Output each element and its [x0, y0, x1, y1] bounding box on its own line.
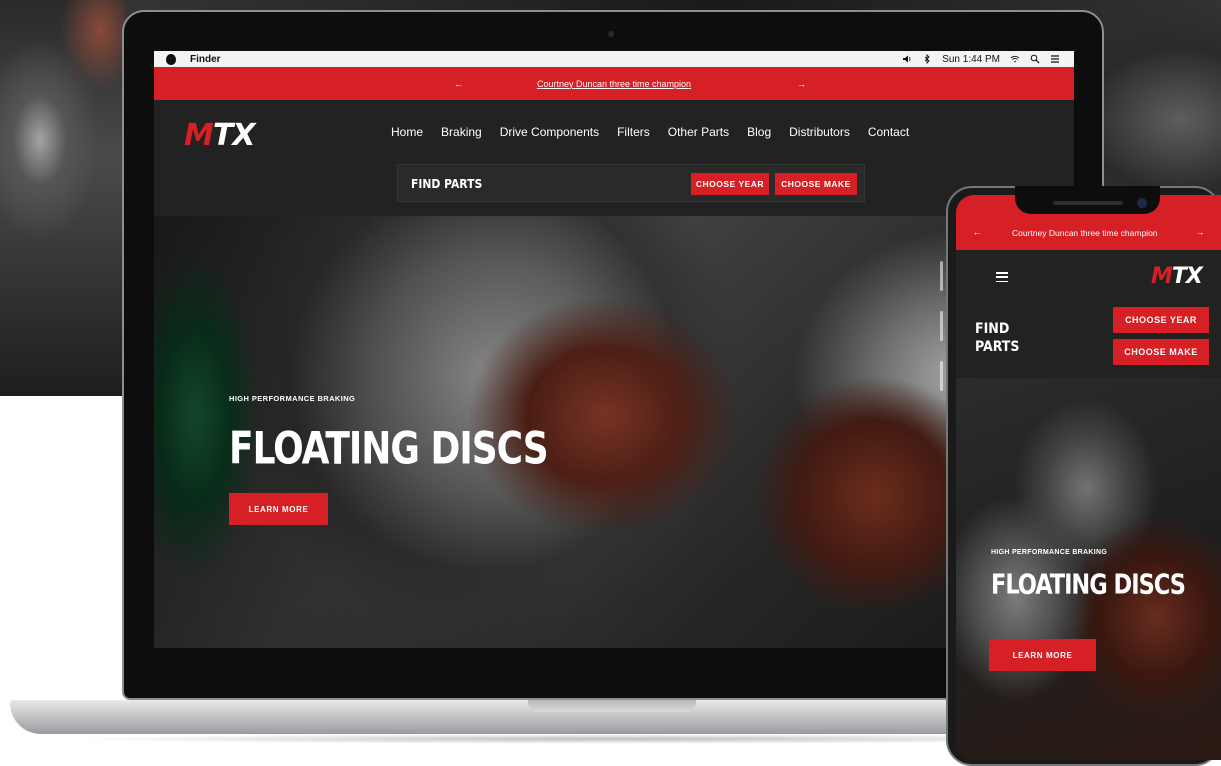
laptop-screen: Finder Sun 1:44 PM ← Courtney Duncan thr…: [154, 51, 1074, 648]
announcement-next-arrow[interactable]: →: [797, 79, 806, 89]
laptop-camera: [608, 31, 614, 37]
mobile-hero-banner: HIGH PERFORMANCE BRAKING FLOATING DISCS …: [956, 378, 1221, 760]
nav-item-distributors[interactable]: Distributors: [789, 125, 850, 139]
mobile-hero-kicker: HIGH PERFORMANCE BRAKING: [991, 549, 1108, 556]
mobile-announcement-prev-arrow[interactable]: ←: [973, 227, 982, 237]
mobile-learn-more-button[interactable]: LEARN MORE: [989, 639, 1096, 671]
mobile-find-parts-label: FIND PARTS: [975, 321, 1020, 355]
mobile-choose-year-button[interactable]: CHOOSE YEAR: [1113, 307, 1209, 333]
announcement-bar: ← Courtney Duncan three time champion →: [154, 67, 1074, 100]
menubar-status-area: Sun 1:44 PM: [902, 54, 1060, 65]
mobile-mtx-logo[interactable]: MTX: [1151, 264, 1203, 289]
choose-year-button[interactable]: CHOOSE YEAR: [691, 173, 769, 195]
mobile-hero-title: FLOATING DISCS: [991, 568, 1186, 600]
hamburger-menu-icon[interactable]: [996, 272, 1008, 282]
mobile-header: MTX FIND PARTS CHOOSE YEAR CHOOSE MAKE: [956, 250, 1221, 378]
mobile-announcement-text[interactable]: Courtney Duncan three time champion: [1012, 228, 1158, 238]
phone-screen: ← Courtney Duncan three time champion → …: [956, 195, 1221, 760]
mtx-logo[interactable]: MTX: [184, 118, 255, 153]
mobile-announcement-next-arrow[interactable]: →: [1196, 227, 1205, 237]
hero-kicker: HIGH PERFORMANCE BRAKING: [229, 394, 356, 403]
wifi-icon[interactable]: [1010, 54, 1020, 64]
mac-menubar: Finder Sun 1:44 PM: [154, 51, 1074, 67]
nav-item-home[interactable]: Home: [391, 125, 423, 139]
hero-slider-indicator[interactable]: [940, 261, 944, 391]
hero-title: FLOATING DISCS: [229, 423, 549, 475]
menubar-clock[interactable]: Sun 1:44 PM: [942, 54, 1000, 65]
find-parts-label: FIND PARTS: [411, 177, 483, 191]
mockup-stage: Finder Sun 1:44 PM ← Courtney Duncan thr…: [0, 0, 1221, 766]
nav-item-filters[interactable]: Filters: [617, 125, 650, 139]
search-icon[interactable]: [1030, 54, 1040, 64]
learn-more-button[interactable]: LEARN MORE: [229, 493, 328, 525]
choose-make-button[interactable]: CHOOSE MAKE: [775, 173, 857, 195]
phone-speaker: [1053, 201, 1123, 205]
site-header: MTX Home Braking Drive Components Filter…: [154, 100, 1074, 216]
main-nav: Home Braking Drive Components Filters Ot…: [391, 125, 909, 139]
phone-camera: [1137, 198, 1147, 208]
menubar-app-name[interactable]: Finder: [190, 54, 221, 65]
nav-item-contact[interactable]: Contact: [868, 125, 909, 139]
nav-item-other-parts[interactable]: Other Parts: [668, 125, 729, 139]
announcement-text[interactable]: Courtney Duncan three time champion: [537, 79, 691, 89]
nav-item-blog[interactable]: Blog: [747, 125, 771, 139]
laptop-opening-notch: [528, 700, 696, 712]
find-parts-bar: FIND PARTS CHOOSE YEAR CHOOSE MAKE: [397, 164, 865, 202]
hero-banner: HIGH PERFORMANCE BRAKING FLOATING DISCS …: [154, 216, 1074, 648]
nav-item-braking[interactable]: Braking: [441, 125, 482, 139]
list-icon[interactable]: [1050, 54, 1060, 64]
background-photo-left: [0, 0, 125, 396]
nav-item-drive-components[interactable]: Drive Components: [500, 125, 599, 139]
bluetooth-icon[interactable]: [922, 54, 932, 64]
volume-icon[interactable]: [902, 54, 912, 64]
apple-icon[interactable]: [166, 53, 176, 65]
announcement-prev-arrow[interactable]: ←: [454, 79, 463, 89]
mobile-choose-make-button[interactable]: CHOOSE MAKE: [1113, 339, 1209, 365]
